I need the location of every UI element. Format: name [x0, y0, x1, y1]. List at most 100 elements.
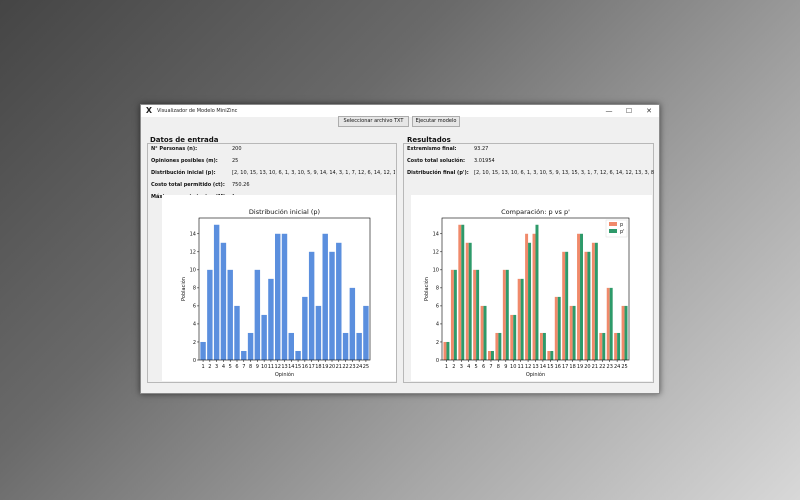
comparison-plot: Comparación: p vs p' Opinión Población 0 2 4 6… [411, 195, 652, 381]
x-tick-label: 1 [201, 364, 204, 370]
bar-p-prime [580, 233, 583, 360]
input_section-label-2: Distribución inicial (p): [151, 170, 216, 176]
bar-p [584, 251, 588, 360]
bar [268, 278, 274, 360]
y-tick-label: 14 [433, 232, 439, 238]
x-tick-label: 23 [607, 364, 613, 370]
bar-p [562, 251, 566, 360]
close-icon[interactable]: ✕ [639, 105, 659, 117]
bar-p-prime [550, 350, 554, 360]
bar [281, 233, 288, 360]
initial-distribution-plot: Distribución inicial (p) Opinión Población… [162, 195, 396, 381]
chart-title: Distribución inicial (p) [249, 208, 320, 216]
bar [308, 251, 315, 360]
bar-p-prime [446, 341, 450, 360]
run-model-button[interactable]: Ejecutar modelo [412, 116, 460, 127]
results_section-value-1: 3.01954 [474, 158, 495, 164]
bar [254, 269, 261, 360]
x-tick-label: 16 [302, 364, 308, 370]
x-tick-label: 5 [229, 364, 232, 370]
x-tick-label: 7 [489, 364, 492, 370]
x-tick-label: 13 [532, 364, 538, 370]
bar [315, 305, 322, 360]
select-file-button[interactable]: Seleccionar archivo TXT [338, 116, 409, 127]
y-tick-label: 4 [193, 322, 196, 328]
bar-p [473, 269, 477, 360]
input_section-value-2: [2, 10, 15, 13, 10, 6, 1, 3, 10, 5, 9, 1… [232, 170, 395, 176]
bar-p [517, 278, 521, 360]
bar [247, 332, 254, 360]
bar-p-prime [617, 332, 621, 360]
y-tick-label: 10 [190, 268, 196, 274]
x-tick-label: 10 [261, 364, 267, 370]
x-tick-label: 21 [336, 364, 342, 370]
x-tick-label: 9 [504, 364, 507, 370]
input_section-label-3: Costo total permitido (ct): [151, 182, 225, 188]
y-tick-label: 0 [193, 358, 196, 364]
bar-p-prime [520, 278, 524, 360]
x-tick-label: 2 [208, 364, 211, 370]
results_section-label-0: Extremismo final: [407, 146, 457, 152]
y-tick-label: 6 [193, 304, 196, 310]
bar-p-prime [490, 350, 494, 360]
chart-title: Comparación: p vs p' [501, 208, 570, 216]
bar-p [495, 332, 499, 360]
y-tick-label: 10 [433, 268, 439, 274]
x-tick-label: 9 [256, 364, 259, 370]
bar-p-prime [587, 251, 591, 360]
x-tick-label: 10 [510, 364, 516, 370]
results_section-value-2: [2, 10, 15, 13, 10, 6, 1, 3, 10, 5, 9, 1… [474, 170, 654, 176]
x-tick-label: 24 [356, 364, 362, 370]
bar [227, 269, 233, 360]
legend-label: p [620, 222, 623, 228]
y-tick-label: 6 [436, 304, 439, 310]
bar [241, 350, 247, 360]
bar-p [458, 224, 462, 360]
bar [220, 242, 227, 360]
bar [342, 332, 349, 360]
y-tick-label: 8 [436, 286, 439, 292]
x-axis-label: Opinión [275, 371, 294, 378]
results_section-value-0: 93.27 [474, 146, 489, 152]
x-tick-label: 20 [584, 364, 590, 370]
y-tick-label: 8 [193, 286, 196, 292]
x-tick-label: 15 [295, 364, 301, 370]
bar-p [465, 242, 469, 360]
maximize-icon[interactable]: ☐ [619, 105, 639, 117]
x-tick-label: 17 [308, 364, 314, 370]
bar [295, 350, 301, 360]
x-tick-label: 18 [569, 364, 575, 370]
bar-p-prime [557, 296, 561, 360]
bar-p [547, 350, 551, 360]
bar-p-prime [572, 305, 576, 360]
minimize-icon[interactable]: — [599, 105, 619, 117]
x-tick-label: 3 [215, 364, 218, 370]
x-tick-label: 15 [547, 364, 553, 370]
bar-p-prime [594, 242, 598, 360]
y-tick-label: 2 [193, 340, 196, 346]
x-tick-label: 21 [592, 364, 598, 370]
x-tick-label: 12 [525, 364, 531, 370]
x-tick-label: 17 [562, 364, 568, 370]
bar-p-prime [498, 332, 502, 360]
x-tick-label: 13 [281, 364, 287, 370]
comparison-chart: Comparación: p vs p'OpiniónPoblación0246… [423, 208, 630, 378]
input_section-value-1: 25 [232, 158, 239, 164]
window-title: Visualizador de Modelo MiniZinc [157, 108, 238, 114]
bar-p [591, 242, 595, 360]
bar-p [450, 269, 454, 360]
bar-p [621, 305, 625, 360]
x-tick-label: 22 [342, 364, 348, 370]
input_section-value-0: 200 [232, 146, 242, 152]
bar-p [525, 233, 529, 360]
x-tick-label: 8 [497, 364, 500, 370]
bar-p-prime [483, 305, 487, 360]
y-tick-label: 0 [436, 358, 439, 364]
results-section-title: Resultados [407, 136, 451, 144]
x-tick-label: 4 [222, 364, 225, 370]
x-tick-label: 3 [460, 364, 463, 370]
bar-p-prime [565, 251, 569, 360]
bar-p [614, 332, 618, 360]
x-tick-label: 7 [242, 364, 245, 370]
x-tick-label: 22 [599, 364, 605, 370]
